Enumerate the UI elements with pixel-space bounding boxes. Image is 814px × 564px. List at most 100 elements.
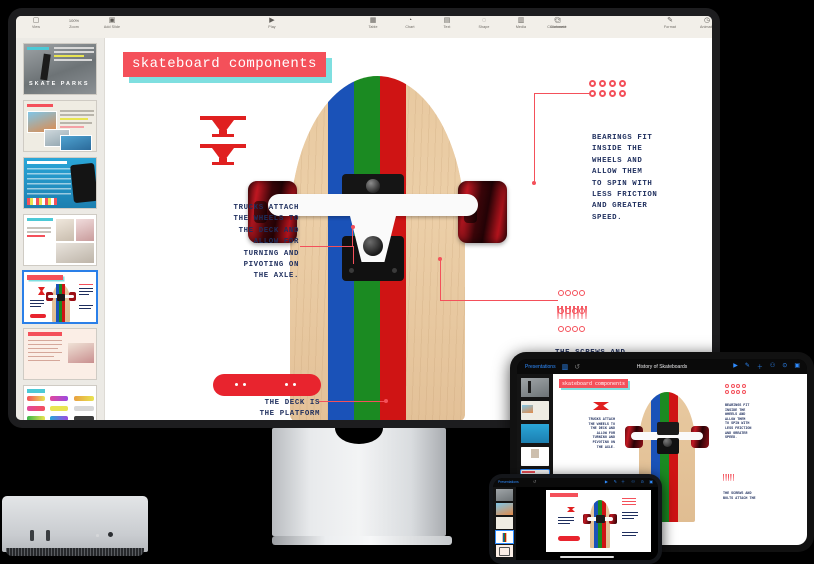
collaborate-icon[interactable]: ⚇ [770, 362, 775, 371]
iphone-sidebar-slide-3[interactable] [496, 517, 513, 529]
play-icon[interactable]: ▶ [733, 362, 738, 371]
text-icon: ▤ [443, 17, 451, 24]
toolbar-play-group: ▶ Play [258, 17, 286, 30]
ipad-bearings-decoration-icon [725, 384, 746, 394]
toolbar-format-button[interactable]: ✎ Format [656, 17, 684, 30]
sidebar-slide-4[interactable] [23, 214, 97, 266]
sidebar-slide-7[interactable] [23, 385, 97, 420]
document-icon[interactable]: ▣ [649, 479, 653, 484]
toolbar-view-button[interactable]: ▢ View [22, 17, 50, 30]
callout-dot-bearings [532, 181, 536, 185]
shape-icon: ◌ [481, 17, 487, 24]
ipad-sidebar-slide-2[interactable] [521, 401, 549, 420]
ipad-sidebar-slide-4[interactable] [521, 447, 549, 466]
toolbar-zoom-label: Zoom [69, 25, 79, 29]
ipad-sidebar-slide-3[interactable] [521, 424, 549, 443]
toolbar-zoom-button[interactable]: 100% Zoom [59, 17, 89, 30]
toolbar-right-group: ✎ Format ◷ Animate ▣ Document [656, 17, 712, 30]
toolbar-format-label: Format [664, 25, 676, 29]
callout-elbow-trucks [353, 246, 355, 264]
iphone-slide[interactable] [546, 490, 651, 552]
ipad-toolbar: Presentations ▥ ↺ History of Skateboards… [517, 359, 807, 374]
toolbar-media-button[interactable]: ▥ Media [507, 17, 535, 30]
toolbar-play-button[interactable]: ▶ Play [258, 17, 286, 30]
ipad-callout-trucks: TRUCKS ATTACH THE WHEELS TO THE DECK AND… [588, 418, 615, 450]
usb-c-port-2 [46, 530, 50, 541]
insert-icon[interactable]: ＋ [621, 479, 625, 485]
toolbar-left-group: ▢ View 100% Zoom ▣ Add Slide [22, 17, 126, 30]
trucks-decoration-icon [200, 116, 246, 166]
ipad-toolbar-right: ▶ ✎ ＋ ⚇ ⊙ ▣ [733, 362, 800, 371]
keynote-toolbar: ▢ View 100% Zoom ▣ Add Slide ▶ Play ▦ Ta… [16, 16, 712, 39]
toolbar-play-label: Play [268, 25, 276, 29]
iphone-add-slide-button[interactable] [499, 547, 510, 556]
callout-text-trucks[interactable]: TRUCKS ATTACH THE WHEELS TO THE DECK AND… [213, 203, 299, 283]
table-icon: ▦ [369, 17, 377, 24]
view-sidebar-icon: ▢ [32, 17, 40, 24]
ipad-trucks-decoration-icon [593, 402, 609, 410]
toolbar-add-slide-button[interactable]: ▣ Add Slide [98, 17, 126, 30]
sidebar-slide-3[interactable] [23, 157, 97, 209]
animate-icon: ◷ [703, 17, 711, 24]
mac-studio-vent [6, 548, 144, 556]
callout-elbow-bearings [534, 93, 536, 183]
ipad-sidebar-slide-1[interactable] [521, 378, 549, 397]
slide-navigator[interactable]: SKATE PARKS [16, 38, 105, 420]
more-icon[interactable]: ⊙ [641, 479, 644, 484]
sidebar-slide-5[interactable] [22, 270, 98, 324]
display-stand-foot [272, 536, 452, 545]
slide-title[interactable]: skateboard components [123, 52, 326, 77]
toolbar-shape-button[interactable]: ◌ Shape [470, 17, 498, 30]
iphone-back-label[interactable]: Presentations [498, 480, 519, 484]
undo-icon[interactable]: ↺ [533, 479, 536, 484]
callout-stem-trucks [352, 227, 354, 247]
slide-5-preview [24, 272, 96, 322]
callout-line-deck [319, 401, 387, 403]
sidebar-slide-2[interactable] [23, 100, 97, 152]
bearings-decoration-icon [589, 80, 626, 97]
callout-text-deck[interactable]: THE DECK IS THE PLATFORM [230, 398, 320, 420]
toolbar-shape-label: Shape [478, 25, 490, 29]
skateboard-illustration [248, 76, 507, 420]
collaborate-icon[interactable]: ⚇ [631, 479, 635, 484]
iphone-slide-navigator[interactable] [493, 487, 516, 560]
add-slide-icon: ▣ [108, 17, 116, 24]
insert-icon[interactable]: ＋ [757, 362, 763, 371]
callout-dot-deck [384, 399, 388, 403]
status-led [96, 534, 99, 537]
document-icon[interactable]: ▣ [794, 362, 800, 371]
toolbar-media-label: Media [515, 25, 527, 29]
iphone-sidebar-slide-1[interactable] [496, 489, 513, 501]
truck-kingpin [363, 236, 383, 256]
ipad-truck-base [657, 422, 679, 435]
toolbar-view-label: View [31, 25, 41, 29]
callout-dot-screws [438, 257, 442, 261]
callout-text-bearings[interactable]: BEARINGS FIT INSIDE THE WHEELS AND ALLOW… [592, 133, 692, 224]
callout-elbow-screws [440, 260, 442, 301]
sidebar-slide-1[interactable]: SKATE PARKS [23, 43, 97, 95]
iphone-sidebar-slide-2[interactable] [496, 503, 513, 515]
ipad-kingpin [663, 438, 672, 447]
sd-card-slot [108, 532, 113, 537]
usb-c-port-1 [30, 530, 34, 541]
toolbar-animate-button[interactable]: ◷ Animate [693, 17, 712, 30]
toolbar-chart-label: Chart [405, 25, 415, 29]
device-lineup-scene: ▢ View 100% Zoom ▣ Add Slide ▶ Play ▦ Ta… [0, 0, 814, 564]
mac-studio [2, 496, 148, 552]
sidebar-slide-6[interactable] [23, 328, 97, 380]
toolbar-text-button[interactable]: ▤ Text [433, 17, 461, 30]
toolbar-animate-label: Animate [700, 25, 712, 29]
more-icon[interactable]: ⊙ [782, 362, 787, 371]
display-stand-neck [272, 428, 446, 536]
toolbar-collaborate-group: ⚇ Collaborate [539, 17, 575, 30]
toolbar-table-label: Table [368, 25, 378, 29]
toolbar-chart-button[interactable]: ◔ Chart [396, 17, 424, 30]
iphone-sidebar-slide-4[interactable] [495, 530, 514, 544]
play-icon[interactable]: ▶ [605, 479, 608, 484]
toolbar-collaborate-button[interactable]: ⚇ Collaborate [539, 17, 575, 30]
format-brush-icon[interactable]: ✎ [614, 479, 617, 484]
iphone-canvas [516, 487, 658, 560]
toolbar-table-button[interactable]: ▦ Table [359, 17, 387, 30]
format-brush-icon[interactable]: ✎ [745, 362, 750, 371]
toolbar-add-slide-label: Add Slide [103, 25, 121, 29]
